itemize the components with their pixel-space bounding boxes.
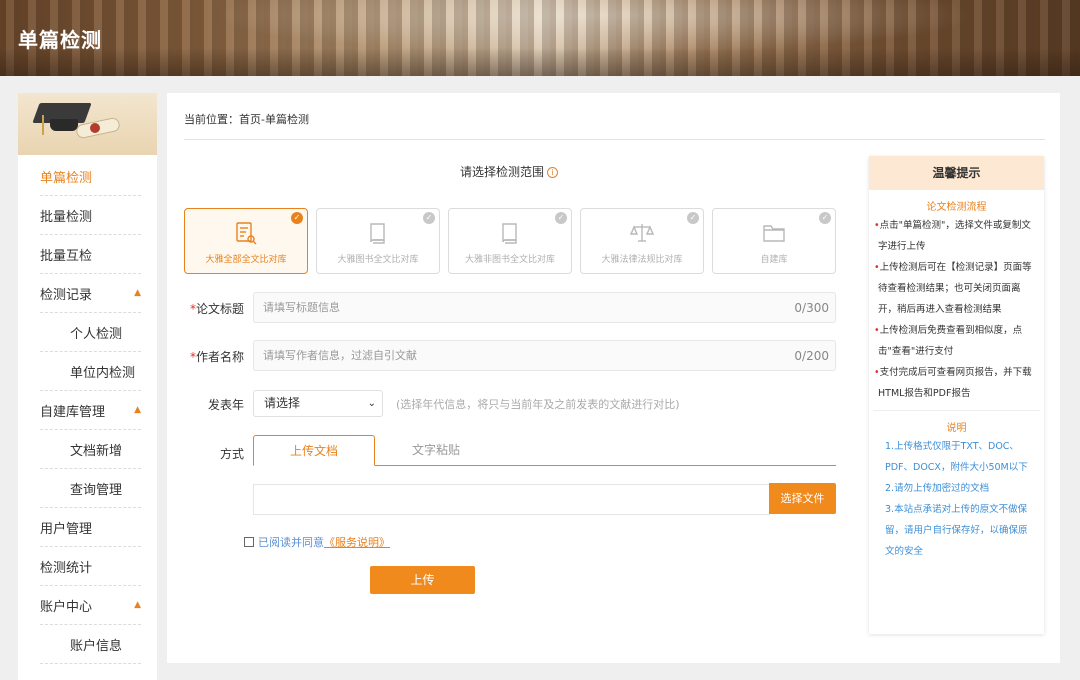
library-option[interactable]: ✓ 大雅图书全文比对库 [316, 208, 440, 274]
sidebar-item[interactable]: 文档新增 [40, 430, 141, 469]
process-step: •上传检测后免费查看到相似度，点击"查看"进行支付 [874, 325, 1023, 357]
process-step: •点击"单篇检测"，选择文件或复制文字进行上传 [874, 220, 1031, 252]
page-title: 单篇检测 [18, 28, 102, 52]
upload-button[interactable]: 上传 [370, 566, 475, 594]
sidebar-item[interactable]: 检测记录 ▲ [40, 274, 141, 313]
caret-up-icon: ▲ [134, 288, 141, 298]
sidebar-item-label: 查询管理 [70, 482, 123, 498]
document-search-icon [234, 221, 258, 245]
sidebar-item[interactable]: 账户信息 [40, 625, 141, 664]
library-label: 大雅非图书全文比对库 [464, 255, 555, 265]
library-option[interactable]: ✓ 大雅全部全文比对库 [184, 208, 308, 274]
library-option[interactable]: ✓ 大雅非图书全文比对库 [448, 208, 572, 274]
agree-text: 已阅读并同意 [258, 536, 324, 549]
sidebar-item[interactable]: 查询管理 [40, 469, 141, 508]
choose-file-button[interactable]: 选择文件 [769, 483, 836, 514]
breadcrumb: 当前位置：首页-单篇检测 [184, 113, 309, 126]
library-option[interactable]: ✓ 大雅法律法规比对库 [580, 208, 704, 274]
sidebar-item[interactable]: 批量互检 [40, 235, 141, 274]
library-label: 大雅全部全文比对库 [205, 255, 287, 265]
scope-title: 请选择检测范围 i [460, 163, 559, 180]
book-icon [498, 221, 522, 245]
tips-panel: 温馨提示 论文检测流程 •点击"单篇检测"，选择文件或复制文字进行上传 •上传检测… [869, 156, 1044, 634]
year-select[interactable]: 请选择 ⌄ [253, 390, 383, 417]
file-path-field[interactable] [253, 484, 770, 515]
check-circle-icon: ✓ [423, 212, 435, 224]
year-label: 发表年 [207, 398, 244, 412]
author-label: *作者名称 [189, 350, 244, 364]
divider [873, 410, 1040, 411]
tab-upload-document[interactable]: 上传文档 [253, 435, 375, 466]
check-circle-icon: ✓ [291, 212, 303, 224]
agreement: 已阅读并同意 《服务说明》 [244, 534, 390, 550]
sidebar-item-label: 账户中心 [40, 599, 93, 615]
sidebar: 单篇检测批量检测批量互检检测记录 ▲ 个人检测单位内检测自建库管理 ▲ 文档新增查询管理… [18, 93, 157, 680]
note-item: 2.请勿上传加密过的文档 [885, 483, 990, 494]
library-option[interactable]: ✓ 自建库 [712, 208, 836, 274]
sidebar-item-label: 账户信息 [70, 638, 123, 654]
title-field[interactable]: 0/300 [253, 292, 836, 323]
author-input[interactable] [254, 341, 835, 370]
service-terms-link[interactable]: 《服务说明》 [324, 534, 390, 550]
sidebar-item[interactable]: 单篇检测 [40, 157, 141, 196]
year-select-value: 请选择 [264, 396, 301, 410]
method-label: 方式 [219, 447, 244, 461]
sidebar-item-label: 检测统计 [40, 560, 93, 576]
tips-title: 温馨提示 [869, 156, 1044, 190]
sidebar-item-label: 批量检测 [40, 209, 93, 225]
title-label: *论文标题 [189, 302, 244, 316]
caret-up-icon: ▲ [134, 600, 141, 610]
sidebar-item-label: 单位内检测 [70, 365, 136, 381]
caret-up-icon: ▲ [134, 405, 141, 415]
page-header: 单篇检测 [0, 0, 1080, 76]
sidebar-item-label: 自建库管理 [40, 404, 106, 420]
process-title: 论文检测流程 [926, 202, 987, 213]
note-item: 1.上传格式仅限于TXT、DOC、PDF、DOCX，附件大小50M以下 [885, 441, 1028, 473]
folder-icon [762, 221, 786, 245]
library-label: 自建库 [760, 255, 788, 265]
note-title: 说明 [946, 423, 967, 434]
sidebar-item[interactable]: 单位内检测 [40, 352, 141, 391]
divider [184, 139, 1045, 140]
sidebar-item-label: 个人检测 [70, 326, 123, 342]
main-panel: 当前位置：首页-单篇检测 请选择检测范围 i ✓ 大雅全部全文比对库 ✓ 大雅图书全文比… [167, 93, 1060, 663]
agree-checkbox[interactable] [244, 537, 254, 547]
process-step: •上传检测后可在【检测记录】页面等待查看检测结果；也可关闭页面离开，稍后再进入查… [874, 262, 1032, 315]
sidebar-item-label: 检测记录 [40, 287, 93, 303]
sidebar-item-label: 用户管理 [40, 521, 93, 537]
sidebar-item[interactable]: 账户中心 ▲ [40, 586, 141, 625]
book-icon [366, 221, 390, 245]
check-circle-icon: ✓ [555, 212, 567, 224]
sidebar-item[interactable]: 自建库管理 ▲ [40, 391, 141, 430]
library-label: 大雅图书全文比对库 [337, 255, 419, 265]
title-counter: 0/300 [794, 301, 829, 315]
title-input[interactable] [254, 293, 835, 322]
sidebar-item-label: 单篇检测 [40, 170, 93, 186]
check-circle-icon: ✓ [819, 212, 831, 224]
scope-title-text: 请选择检测范围 [460, 165, 545, 179]
sidebar-nav: 单篇检测批量检测批量互检检测记录 ▲ 个人检测单位内检测自建库管理 ▲ 文档新增查询管理… [18, 155, 157, 664]
sidebar-item-label: 批量互检 [40, 248, 93, 264]
info-icon[interactable]: i [547, 167, 559, 178]
year-hint: (选择年代信息，将只与当前年及之前发表的文献进行对比) [396, 398, 680, 411]
author-counter: 0/200 [794, 349, 829, 363]
scales-icon [629, 221, 655, 245]
process-step: •支付完成后可查看网页报告，并下载HTML报告和PDF报告 [874, 367, 1032, 399]
sidebar-item[interactable]: 用户管理 [40, 508, 141, 547]
sidebar-item-label: 文档新增 [70, 443, 123, 459]
note-item: 3.本站点承诺对上传的原文不做保留，请用户自行保存好，以确保原文的安全 [885, 504, 1028, 557]
graduation-cap-banner [18, 93, 157, 155]
check-circle-icon: ✓ [687, 212, 699, 224]
sidebar-item[interactable]: 批量检测 [40, 196, 141, 235]
tab-paste-text[interactable]: 文字粘贴 [375, 435, 497, 466]
library-label: 大雅法律法规比对库 [601, 255, 683, 265]
author-field[interactable]: 0/200 [253, 340, 836, 371]
sidebar-item[interactable]: 个人检测 [40, 313, 141, 352]
chevron-down-icon: ⌄ [367, 398, 376, 409]
sidebar-item[interactable]: 检测统计 [40, 547, 141, 586]
